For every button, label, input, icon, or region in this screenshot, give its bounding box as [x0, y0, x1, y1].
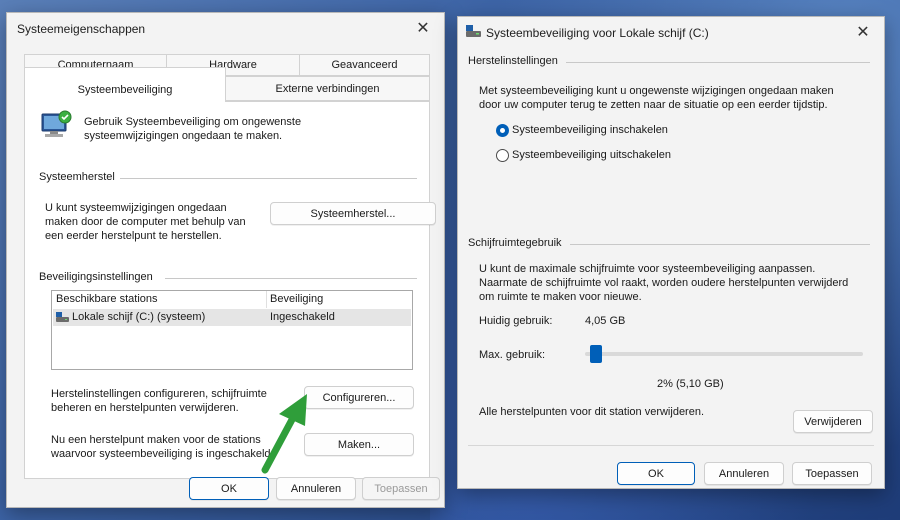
tab-label: Geavanceerd: [331, 59, 398, 71]
close-icon: ✕: [856, 24, 870, 41]
restore-text-line1: Met systeembeveiliging kunt u ongewenste…: [479, 85, 834, 97]
list-item[interactable]: Lokale schijf (C:) (systeem) Ingeschakel…: [53, 309, 411, 326]
configure-button[interactable]: Configureren...: [304, 386, 414, 409]
tab-label: Externe verbindingen: [275, 82, 380, 95]
disk-text-line1: U kunt de maximale schijfruimte voor sys…: [479, 263, 816, 275]
radio-button-checked[interactable]: [496, 124, 509, 137]
drives-list[interactable]: Beschikbare stations Beveiliging Lokale …: [51, 290, 413, 370]
protection-group-title: Beveiligingsinstellingen: [39, 271, 153, 283]
button-label: Toepassen: [805, 467, 859, 480]
button-label: Annuleren: [290, 482, 342, 495]
radio-enable-protection[interactable]: Systeembeveiliging inschakelen: [496, 123, 736, 139]
list-header: Beschikbare stations Beveiliging: [52, 291, 412, 308]
restore-text-line2: maken door de computer met behulp van: [45, 216, 246, 228]
current-usage-value: 4,05 GB: [585, 315, 626, 327]
radio-button-unchecked[interactable]: [496, 149, 509, 162]
drive-icon: [466, 25, 482, 38]
max-usage-slider-track[interactable]: [585, 352, 863, 356]
titlebar[interactable]: Systeemeigenschappen ✕: [7, 13, 444, 43]
apply-button[interactable]: Toepassen: [362, 477, 440, 500]
create-text-line1: Nu een herstelpunt maken voor de station…: [51, 434, 261, 446]
footer-divider: [468, 445, 874, 446]
dialog-title: Systeembeveiliging voor Lokale schijf (C…: [486, 26, 709, 40]
configure-text-line1: Herstelinstellingen configureren, schijf…: [51, 388, 267, 400]
radio-label: Systeembeveiliging uitschakelen: [512, 149, 671, 161]
cancel-button[interactable]: Annuleren: [276, 477, 356, 500]
button-label: Configureren...: [322, 391, 396, 404]
button-label: Annuleren: [718, 467, 770, 480]
tab-advanced[interactable]: Geavanceerd: [299, 54, 430, 76]
close-button[interactable]: ✕: [842, 17, 884, 47]
cancel-button[interactable]: Annuleren: [704, 462, 784, 485]
tab-system-protection[interactable]: Systeembeveiliging: [24, 67, 226, 102]
button-label: Systeemherstel...: [310, 207, 396, 220]
close-icon: ✕: [416, 20, 430, 37]
system-restore-button[interactable]: Systeemherstel...: [270, 202, 436, 225]
max-usage-slider-thumb[interactable]: [590, 345, 603, 363]
disk-text-line3: om ruimte te maken voor nieuwe.: [479, 291, 642, 303]
dialog-title: Systeemeigenschappen: [17, 22, 146, 36]
disk-usage-group-title: Schijfruimtegebruik: [468, 237, 562, 249]
group-divider: [165, 278, 417, 279]
restore-settings-group-title: Herstelinstellingen: [468, 55, 558, 67]
system-protection-drive-dialog: Systeembeveiliging voor Lokale schijf (C…: [457, 16, 885, 489]
group-divider: [120, 178, 417, 179]
disk-text-line2: Naarmate de schijfruimte vol raakt, word…: [479, 277, 849, 289]
green-arrow-icon: [255, 392, 319, 474]
max-usage-value: 2% (5,10 GB): [657, 378, 724, 390]
button-label: Toepassen: [374, 482, 428, 495]
delete-restore-points-text: Alle herstelpunten voor dit station verw…: [479, 406, 705, 418]
radio-disable-protection[interactable]: Systeembeveiliging uitschakelen: [496, 148, 736, 164]
intro-text-line2: systeemwijzigingen ongedaan te maken.: [84, 130, 283, 142]
max-usage-label: Max. gebruik:: [479, 349, 546, 361]
system-properties-dialog: Systeemeigenschappen ✕ Computernaam Hard…: [6, 12, 445, 508]
current-usage-label: Huidig gebruik:: [479, 315, 553, 327]
ok-button[interactable]: OK: [617, 462, 695, 485]
tab-remote[interactable]: Externe verbindingen: [225, 76, 430, 101]
drive-icon: [56, 312, 70, 323]
restore-text-line3: een eerder herstelpunt te herstellen.: [45, 230, 222, 242]
restore-text-line1: U kunt systeemwijzigingen ongedaan: [45, 202, 227, 214]
group-divider: [566, 62, 870, 63]
close-button[interactable]: ✕: [402, 13, 444, 43]
create-text-line2: waarvoor systeembeveiliging is ingeschak…: [51, 448, 274, 460]
tab-label: Systeembeveiliging: [77, 84, 173, 96]
tab-pane-system-protection: Gebruik Systeembeveiliging om ongewenste…: [24, 101, 436, 479]
drive-name: Lokale schijf (C:) (systeem): [72, 311, 206, 323]
apply-button[interactable]: Toepassen: [792, 462, 872, 485]
restore-text-line2: door uw computer terug te zetten naar de…: [479, 99, 828, 111]
configure-text-line2: beheren en herstelpunten verwijderen.: [51, 402, 239, 414]
button-label: OK: [221, 482, 237, 495]
restore-group-title: Systeemherstel: [39, 171, 115, 183]
button-label: Maken...: [337, 438, 381, 451]
button-label: Verwijderen: [804, 415, 862, 428]
group-divider: [570, 244, 870, 245]
radio-label: Systeembeveiliging inschakelen: [512, 124, 668, 136]
drive-protection-status: Ingeschakeld: [270, 311, 335, 323]
titlebar[interactable]: Systeembeveiliging voor Lokale schijf (C…: [458, 17, 884, 47]
column-header-drives[interactable]: Beschikbare stations: [56, 293, 158, 305]
intro-text-line1: Gebruik Systeembeveiliging om ongewenste: [84, 116, 302, 128]
button-label: OK: [648, 467, 664, 480]
computer-shield-icon: [39, 108, 73, 142]
delete-button[interactable]: Verwijderen: [793, 410, 873, 433]
create-button[interactable]: Maken...: [304, 433, 414, 456]
column-separator: [266, 291, 267, 308]
ok-button[interactable]: OK: [189, 477, 269, 500]
column-header-protection[interactable]: Beveiliging: [270, 293, 323, 305]
